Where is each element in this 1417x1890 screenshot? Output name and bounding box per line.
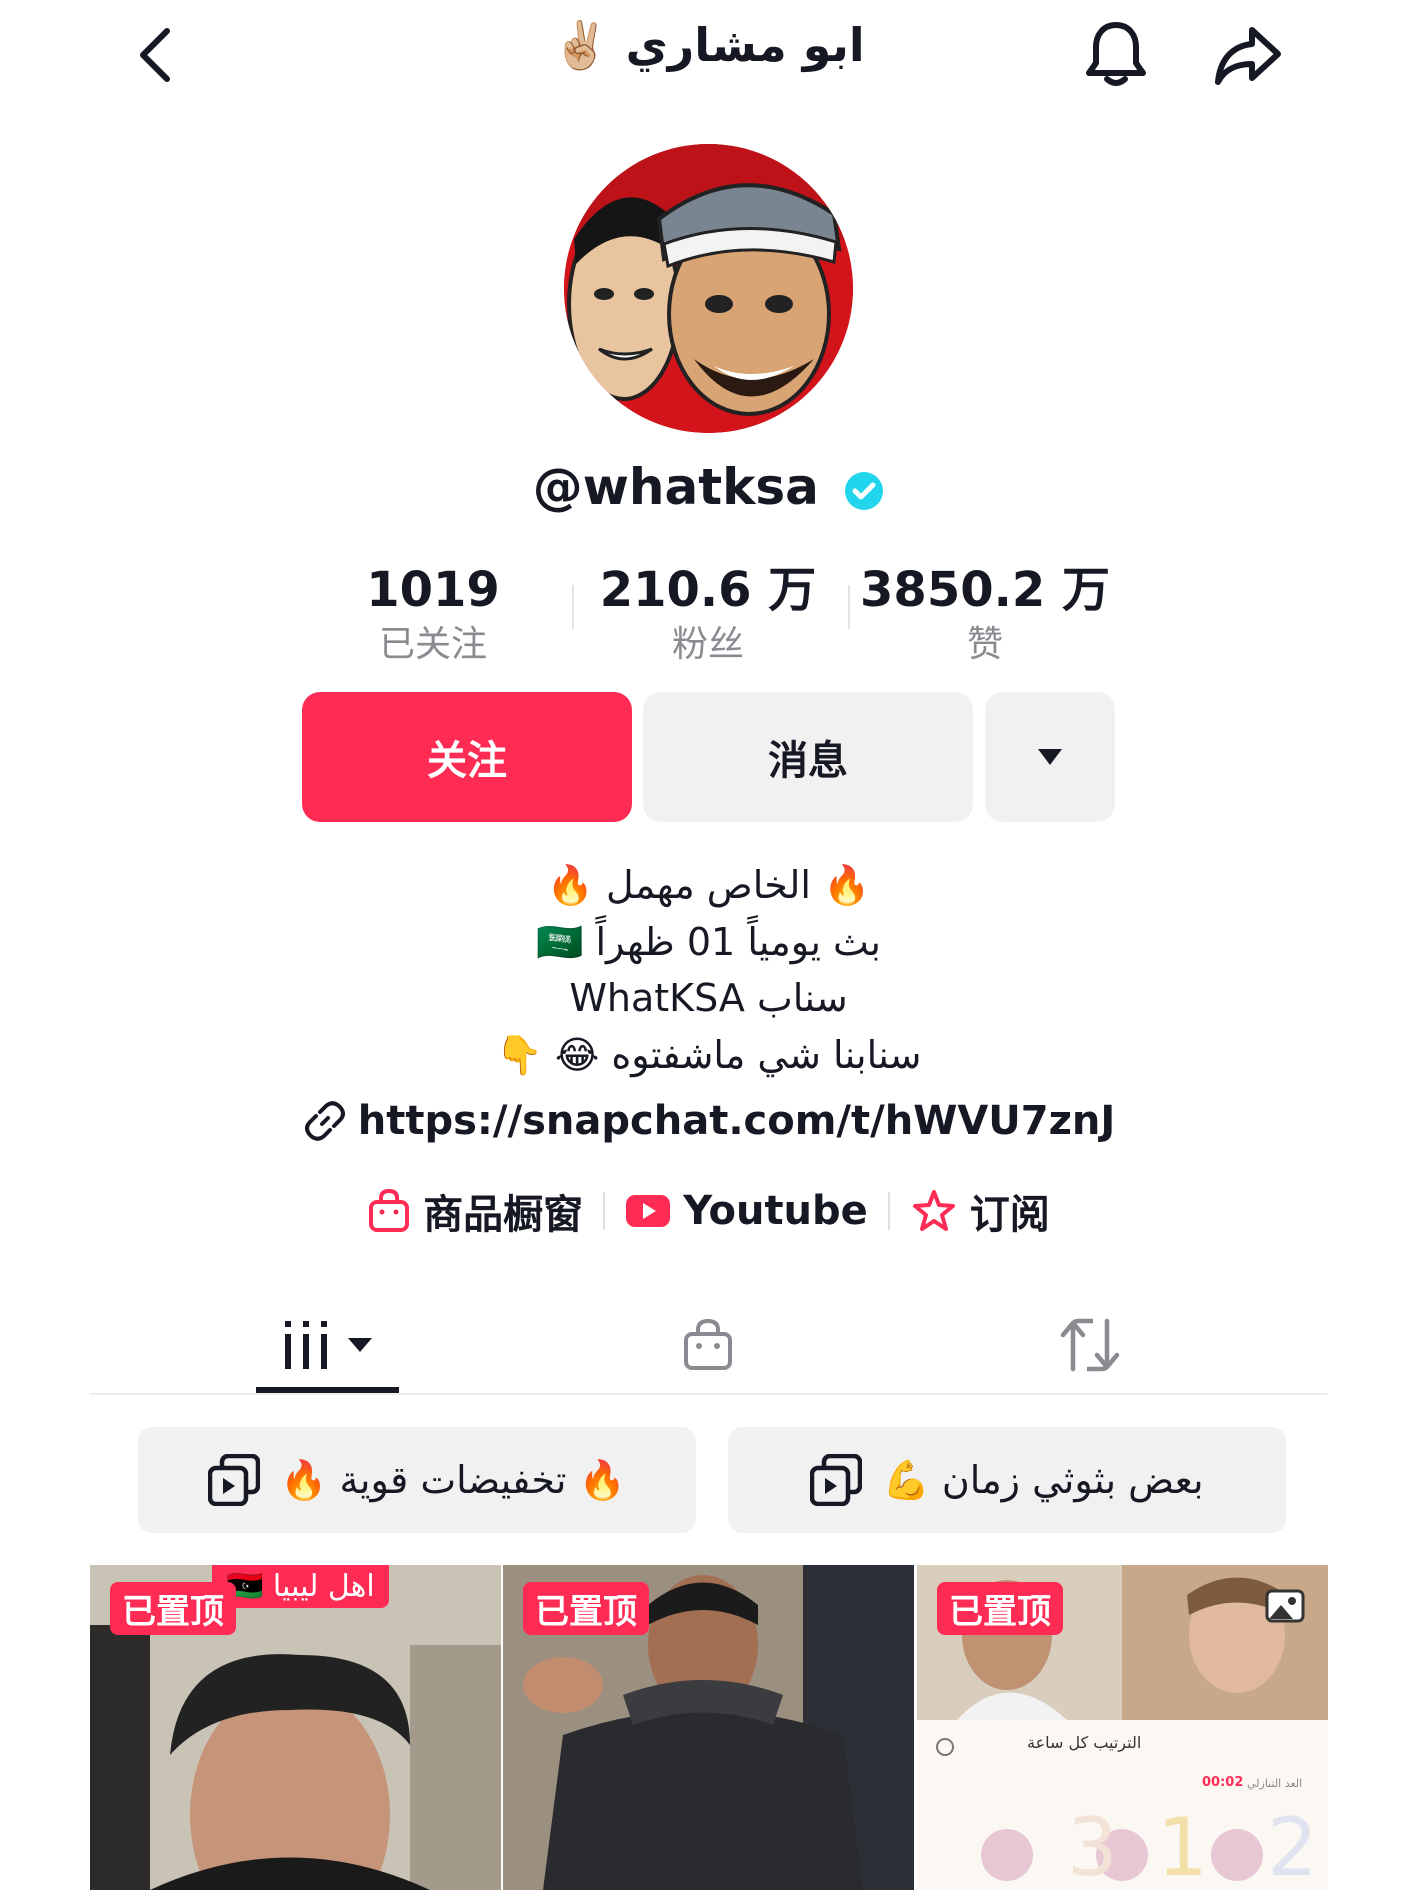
link-icon [304, 1101, 345, 1141]
bio-line: 🔥 الخاص مهمل 🔥 [546, 863, 871, 907]
profile-links-row: 商品橱窗 Youtube 订阅 [0, 1182, 1417, 1240]
follow-button[interactable]: 关注 [302, 692, 632, 822]
svg-text:1: 1 [1157, 1801, 1208, 1890]
youtube-icon [626, 1195, 671, 1227]
subscribe-star-icon [912, 1190, 955, 1231]
tab-reposts[interactable] [1050, 1300, 1130, 1390]
stat-following-label: 已关注 [378, 624, 487, 665]
bio-line: سنابنا شي ماشفتوه 😂 👇 [495, 1033, 922, 1077]
shopping-bag-icon [369, 1188, 410, 1232]
showcase-chip[interactable]: 商品橱窗 [347, 1182, 603, 1240]
stat-followers[interactable]: 210.6 万 粉丝 [583, 560, 833, 670]
shopping-bag-icon [684, 1318, 732, 1370]
showcase-label: 商品橱窗 [423, 1192, 584, 1238]
pinned-badge: 已置顶 [110, 1582, 236, 1635]
stat-following[interactable]: 1019 已关注 [308, 560, 558, 670]
stat-following-value: 1019 [366, 562, 500, 618]
share-button[interactable] [1208, 18, 1288, 92]
username: @whatksa [532, 458, 819, 516]
tab-shop[interactable] [668, 1300, 748, 1390]
subscribe-chip[interactable]: 订阅 [890, 1182, 1070, 1240]
pinned-badge: 已置顶 [523, 1582, 649, 1635]
countdown-label: العد التنازلي [1247, 1777, 1303, 1790]
username-row: @whatksa [0, 458, 1417, 516]
playlist-icon [208, 1454, 261, 1506]
stat-followers-label: 粉丝 [671, 624, 744, 665]
stat-divider [572, 585, 574, 629]
countdown-time: 00:02 [1202, 1775, 1244, 1790]
caret-down-icon [347, 1338, 372, 1352]
bio-line: سناب WhatKSA [569, 976, 848, 1020]
photo-icon [1265, 1589, 1305, 1627]
verified-badge-icon [845, 471, 884, 510]
playlist-icon [810, 1454, 863, 1506]
bio-line: بث يومياً 01 ظهراً 🇸🇦 [536, 920, 881, 964]
more-options-button[interactable] [985, 692, 1115, 822]
video-caption-banner: اهل ليبيا 🇱🇾 [212, 1565, 389, 1608]
youtube-chip[interactable]: Youtube [605, 1188, 888, 1234]
bio-link-text: https://snapchat.com/t/hWVU7znJ [357, 1098, 1116, 1144]
playlist-title: بعض بثوثي زمان 💪 [882, 1457, 1204, 1502]
video-thumbnail[interactable]: 已置顶 [503, 1565, 914, 1890]
subscribe-label: 订阅 [969, 1192, 1050, 1238]
video-caption: اهل ليبيا 🇱🇾 [226, 1569, 375, 1604]
stat-likes[interactable]: 3850.2 万 赞 [860, 560, 1110, 670]
stat-divider [848, 585, 850, 629]
ranking-title: الترتيب كل ساعة [1027, 1733, 1142, 1752]
bell-icon [1086, 22, 1146, 86]
caret-down-icon [1038, 749, 1062, 765]
repost-icon [1060, 1318, 1120, 1372]
playlist-card[interactable]: 🔥 تخفيضات قوية 🔥 [138, 1427, 696, 1533]
message-button[interactable]: 消息 [643, 692, 973, 822]
playlist-card[interactable]: بعض بثوثي زمان 💪 [728, 1427, 1286, 1533]
stat-likes-value: 3850.2 万 [860, 562, 1110, 618]
video-thumbnail[interactable]: اهل ليبيا 🇱🇾 已置顶 [90, 1565, 501, 1890]
notification-button[interactable] [1078, 16, 1154, 92]
page-title: ابو مشاري ✌🏼 [552, 18, 865, 72]
youtube-label: Youtube [683, 1188, 868, 1234]
share-icon [1215, 27, 1281, 85]
bio-link[interactable]: https://snapchat.com/t/hWVU7znJ [0, 1098, 1417, 1144]
avatar-cartoon-image [564, 144, 853, 433]
svg-text:2: 2 [1267, 1801, 1318, 1890]
stat-followers-value: 210.6 万 [599, 562, 817, 618]
stat-likes-label: 赞 [966, 624, 1003, 665]
avatar[interactable] [564, 144, 853, 433]
pinned-badge: 已置顶 [937, 1582, 1063, 1635]
grid-icon [284, 1321, 327, 1369]
tab-bar-divider [90, 1393, 1327, 1395]
tab-videos[interactable] [256, 1300, 399, 1390]
video-thumbnail[interactable]: 3 1 2 الترتيب كل ساعة العد التنازلي 00:0… [917, 1565, 1328, 1890]
svg-text:3: 3 [1067, 1801, 1118, 1890]
playlist-title: 🔥 تخفيضات قوية 🔥 [280, 1457, 626, 1502]
